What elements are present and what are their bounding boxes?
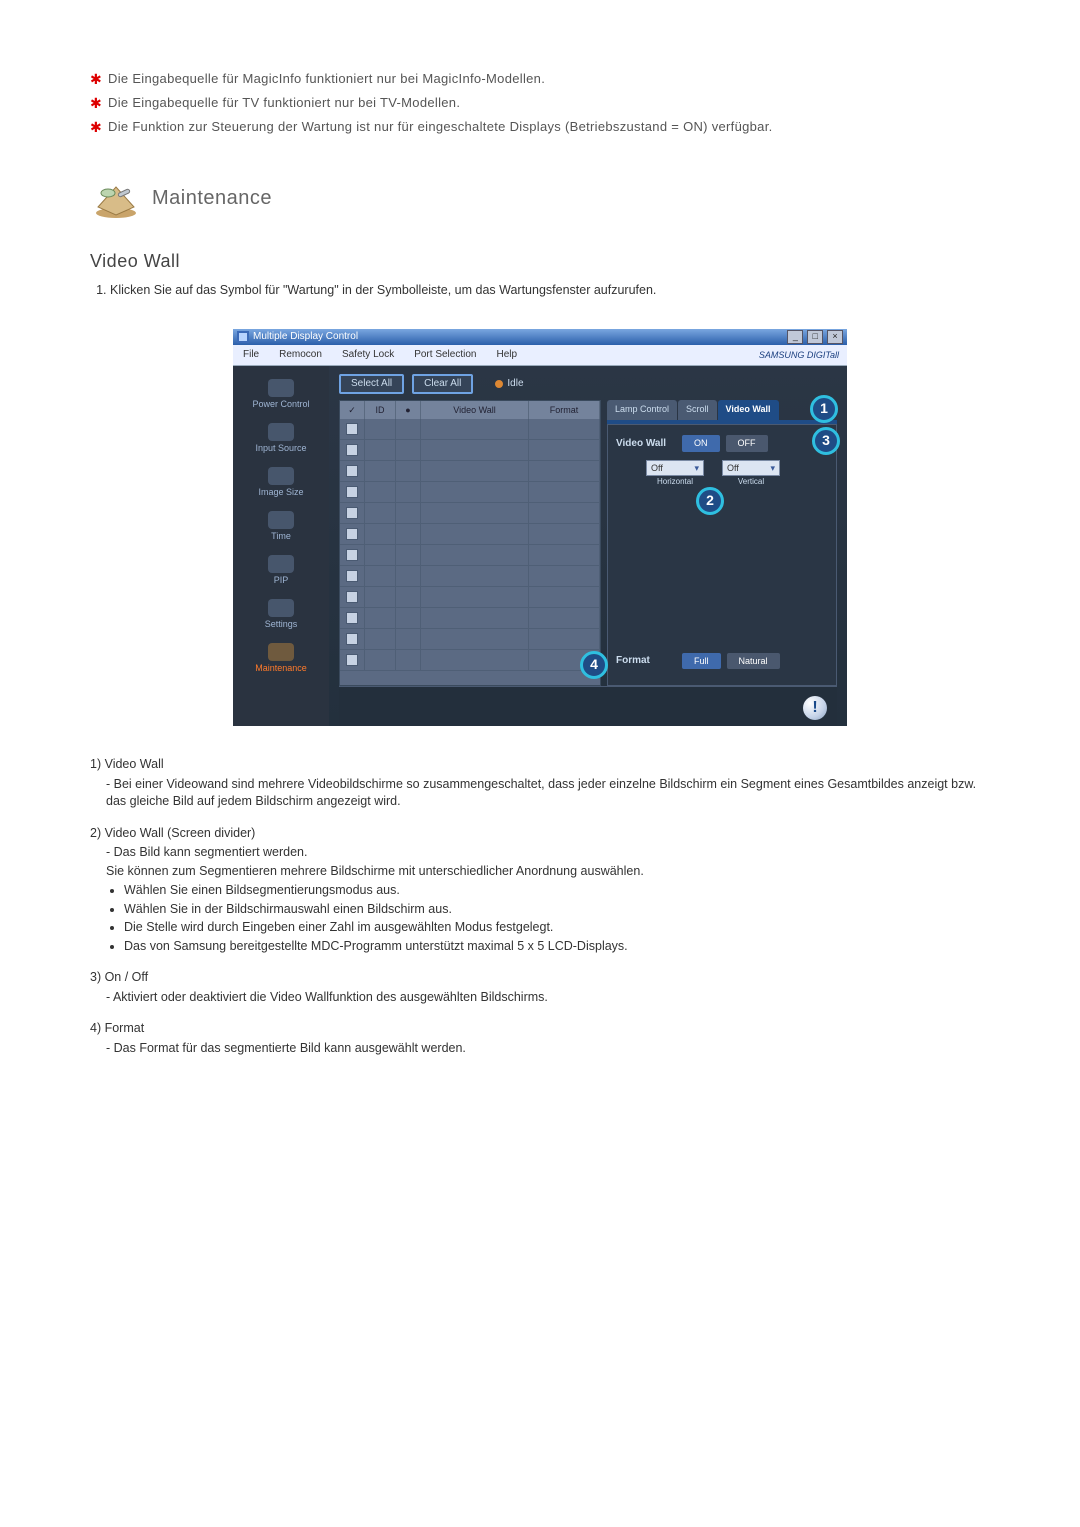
note-item: Die Eingabequelle für MagicInfo funktion… — [90, 70, 990, 88]
callout-2: 2 — [696, 487, 724, 515]
maintenance-icon — [90, 177, 142, 219]
idle-indicator: Idle — [495, 377, 523, 391]
row-checkbox[interactable] — [346, 591, 358, 603]
desc-2-title: 2) Video Wall (Screen divider) — [90, 825, 990, 843]
note-item: Die Eingabequelle für TV funktioniert nu… — [90, 94, 990, 112]
sidebar-item-power-control[interactable]: Power Control — [233, 374, 329, 416]
sidebar-item-pip[interactable]: PIP — [233, 550, 329, 592]
statusbar: ! — [339, 686, 837, 726]
menu-help[interactable]: Help — [486, 348, 527, 362]
table-row[interactable] — [340, 545, 600, 566]
table-row[interactable] — [340, 566, 600, 587]
desc-4-title: 4) Format — [90, 1020, 990, 1038]
desc-3-line: - Aktiviert oder deaktiviert die Video W… — [106, 989, 990, 1007]
row-checkbox[interactable] — [346, 612, 358, 624]
table-row[interactable] — [340, 629, 600, 650]
sidebar-item-settings[interactable]: Settings — [233, 594, 329, 636]
description-list: 1) Video Wall - Bei einer Videowand sind… — [90, 756, 990, 1057]
grid-header-format[interactable]: Format — [529, 401, 600, 419]
desc-2-line: - Das Bild kann segmentiert werden. — [106, 844, 990, 862]
intro-steps: Klicken Sie auf das Symbol für "Wartung"… — [90, 282, 990, 300]
app-screenshot: Multiple Display Control _ □ × File Remo… — [233, 329, 847, 726]
desc-2-bullet: Das von Samsung bereitgestellte MDC-Prog… — [124, 938, 990, 956]
brand-label: SAMSUNG DIGITall — [749, 349, 847, 362]
tab-video-wall[interactable]: Video Wall — [718, 400, 779, 420]
row-checkbox[interactable] — [346, 654, 358, 666]
row-checkbox[interactable] — [346, 549, 358, 561]
idle-dot-icon — [495, 380, 503, 388]
row-checkbox[interactable] — [346, 423, 358, 435]
subsection-title: Video Wall — [90, 249, 990, 274]
note-list: Die Eingabequelle für MagicInfo funktion… — [90, 70, 990, 137]
table-row[interactable] — [340, 587, 600, 608]
grid-header-videowall[interactable]: Video Wall — [421, 401, 529, 419]
section-header: Maintenance — [90, 177, 990, 219]
note-item: Die Funktion zur Steuerung der Wartung i… — [90, 118, 990, 136]
table-row[interactable] — [340, 503, 600, 524]
section-title: Maintenance — [152, 184, 272, 212]
desc-3-title: 3) On / Off — [90, 969, 990, 987]
tab-lamp-control[interactable]: Lamp Control — [607, 400, 677, 420]
sidebar: Power Control Input Source Image Size Ti… — [233, 366, 329, 726]
videowall-off-button[interactable]: OFF — [726, 435, 768, 452]
row-checkbox[interactable] — [346, 444, 358, 456]
desc-2-line: Sie können zum Segmentieren mehrere Bild… — [106, 863, 990, 881]
vertical-select[interactable]: Off — [722, 460, 780, 477]
row-checkbox[interactable] — [346, 465, 358, 477]
row-checkbox[interactable] — [346, 507, 358, 519]
grid-header-id[interactable]: ID — [365, 401, 396, 419]
format-label: Format — [616, 654, 676, 668]
callout-3: 3 — [812, 427, 840, 455]
row-checkbox[interactable] — [346, 486, 358, 498]
row-checkbox[interactable] — [346, 633, 358, 645]
minimize-button[interactable]: _ — [787, 330, 803, 344]
intro-step: Klicken Sie auf das Symbol für "Wartung"… — [110, 282, 990, 300]
desc-1-line: - Bei einer Videowand sind mehrere Video… — [106, 776, 990, 811]
desc-2-bullet: Wählen Sie einen Bildsegmentierungsmodus… — [124, 882, 990, 900]
table-row[interactable] — [340, 440, 600, 461]
close-button[interactable]: × — [827, 330, 843, 344]
sidebar-item-image-size[interactable]: Image Size — [233, 462, 329, 504]
horizontal-label: Horizontal — [646, 476, 704, 487]
grid-header-status[interactable]: ● — [396, 401, 421, 419]
table-row[interactable] — [340, 419, 600, 440]
display-grid: ✓ ID ● Video Wall Format — [339, 400, 601, 686]
table-row[interactable] — [340, 461, 600, 482]
menu-safety-lock[interactable]: Safety Lock — [332, 348, 404, 362]
row-checkbox[interactable] — [346, 528, 358, 540]
window-title: Multiple Display Control — [253, 330, 358, 344]
clear-all-button[interactable]: Clear All — [412, 374, 473, 394]
format-natural-button[interactable]: Natural — [727, 653, 780, 670]
info-icon[interactable]: ! — [803, 696, 827, 720]
videowall-on-button[interactable]: ON — [682, 435, 720, 452]
tab-scroll[interactable]: Scroll — [678, 400, 717, 420]
sidebar-item-input-source[interactable]: Input Source — [233, 418, 329, 460]
select-all-button[interactable]: Select All — [339, 374, 404, 394]
table-row[interactable] — [340, 650, 600, 671]
menubar: File Remocon Safety Lock Port Selection … — [233, 345, 847, 366]
videowall-label: Video Wall — [616, 437, 676, 451]
desc-4-line: - Das Format für das segmentierte Bild k… — [106, 1040, 990, 1058]
desc-2-bullet: Die Stelle wird durch Eingeben einer Zah… — [124, 919, 990, 937]
titlebar: Multiple Display Control _ □ × — [233, 329, 847, 345]
menu-remocon[interactable]: Remocon — [269, 348, 332, 362]
desc-1-title: 1) Video Wall — [90, 756, 990, 774]
menu-port-selection[interactable]: Port Selection — [404, 348, 486, 362]
sidebar-item-time[interactable]: Time — [233, 506, 329, 548]
app-icon — [237, 331, 249, 343]
table-row[interactable] — [340, 608, 600, 629]
table-row[interactable] — [340, 524, 600, 545]
horizontal-select[interactable]: Off — [646, 460, 704, 477]
row-checkbox[interactable] — [346, 570, 358, 582]
sidebar-item-maintenance[interactable]: Maintenance — [233, 638, 329, 680]
menu-file[interactable]: File — [233, 348, 269, 362]
table-row[interactable] — [340, 482, 600, 503]
grid-header-check[interactable]: ✓ — [340, 401, 365, 419]
callout-4: 4 — [580, 651, 608, 679]
format-full-button[interactable]: Full — [682, 653, 721, 670]
maximize-button[interactable]: □ — [807, 330, 823, 344]
vertical-label: Vertical — [722, 476, 780, 487]
desc-2-bullet: Wählen Sie in der Bildschirmauswahl eine… — [124, 901, 990, 919]
